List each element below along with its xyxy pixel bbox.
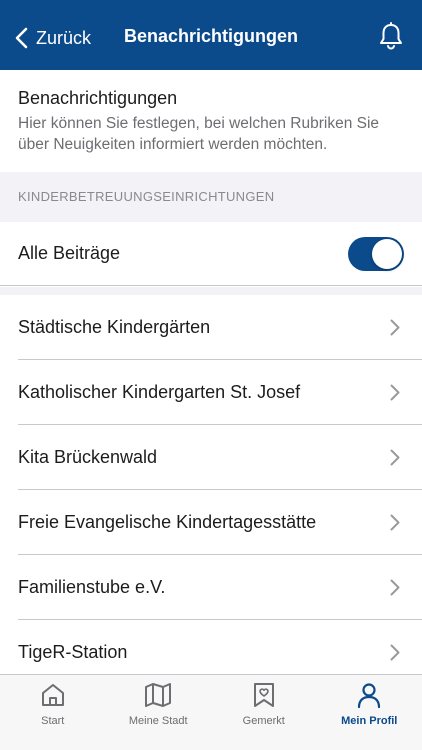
all-posts-label: Alle Beiträge bbox=[18, 243, 121, 263]
bell-icon bbox=[380, 22, 402, 50]
list-item-label: Freie Evangelische Kindertagesstätte bbox=[18, 512, 317, 532]
page-title: Benachrichtigungen bbox=[123, 26, 298, 46]
section-gap bbox=[0, 287, 422, 295]
tab-mein-profil-label: Mein Profil bbox=[341, 715, 398, 727]
tab-gemerkt[interactable]: Gemerkt bbox=[211, 675, 317, 750]
chevron-right-icon bbox=[390, 579, 400, 596]
list-item[interactable]: Katholischer Kindergarten St. Josef bbox=[0, 360, 422, 425]
category-list: Städtische Kindergärten Katholischer Kin… bbox=[0, 295, 422, 685]
tab-meine-stadt-label: Meine Stadt bbox=[128, 715, 188, 727]
tab-start[interactable]: Start bbox=[0, 675, 106, 750]
bell-button[interactable] bbox=[378, 22, 404, 50]
tab-bar: Start Meine Stadt Gemerkt Mein Profil bbox=[0, 674, 422, 750]
bookmark-heart-icon bbox=[253, 683, 274, 707]
home-icon bbox=[41, 684, 64, 706]
list-item-label: Städtische Kindergärten bbox=[18, 317, 211, 337]
list-item-label: Kita Brückenwald bbox=[18, 447, 158, 467]
tab-mein-profil[interactable]: Mein Profil bbox=[317, 675, 422, 750]
intro-title: Benachrichtigungen bbox=[18, 88, 178, 108]
list-item-label: Katholischer Kindergarten St. Josef bbox=[18, 382, 301, 402]
section-header: KINDERBETREUUNGSEINRICHTUNGEN bbox=[0, 172, 422, 222]
chevron-right-icon bbox=[390, 644, 400, 661]
chevron-right-icon bbox=[390, 384, 400, 401]
chevron-right-icon bbox=[390, 319, 400, 336]
list-item[interactable]: Kita Brückenwald bbox=[0, 425, 422, 490]
tab-meine-stadt[interactable]: Meine Stadt bbox=[106, 675, 212, 750]
chevron-right-icon bbox=[390, 514, 400, 531]
all-posts-toggle[interactable] bbox=[348, 236, 404, 271]
list-item[interactable]: Familienstube e.V. bbox=[0, 555, 422, 620]
person-icon bbox=[358, 683, 381, 709]
chevron-right-icon bbox=[390, 449, 400, 466]
intro-text: Hier können Sie festlegen, bei welchen R… bbox=[18, 115, 380, 153]
tab-start-label: Start bbox=[41, 715, 65, 727]
list-item-label: Familienstube e.V. bbox=[18, 577, 166, 597]
all-posts-row: Alle Beiträge bbox=[0, 222, 422, 286]
intro-section: Benachrichtigungen Hier können Sie festl… bbox=[0, 70, 422, 172]
list-item[interactable]: Städtische Kindergärten bbox=[0, 295, 422, 360]
list-item[interactable]: Freie Evangelische Kindertagesstätte bbox=[0, 490, 422, 555]
list-item-label: TigeR-Station bbox=[18, 642, 128, 662]
toggle-knob bbox=[372, 238, 402, 269]
map-icon bbox=[145, 683, 172, 707]
tab-gemerkt-label: Gemerkt bbox=[242, 715, 285, 727]
nav-bar: Zurück Benachrichtigungen bbox=[0, 0, 422, 70]
